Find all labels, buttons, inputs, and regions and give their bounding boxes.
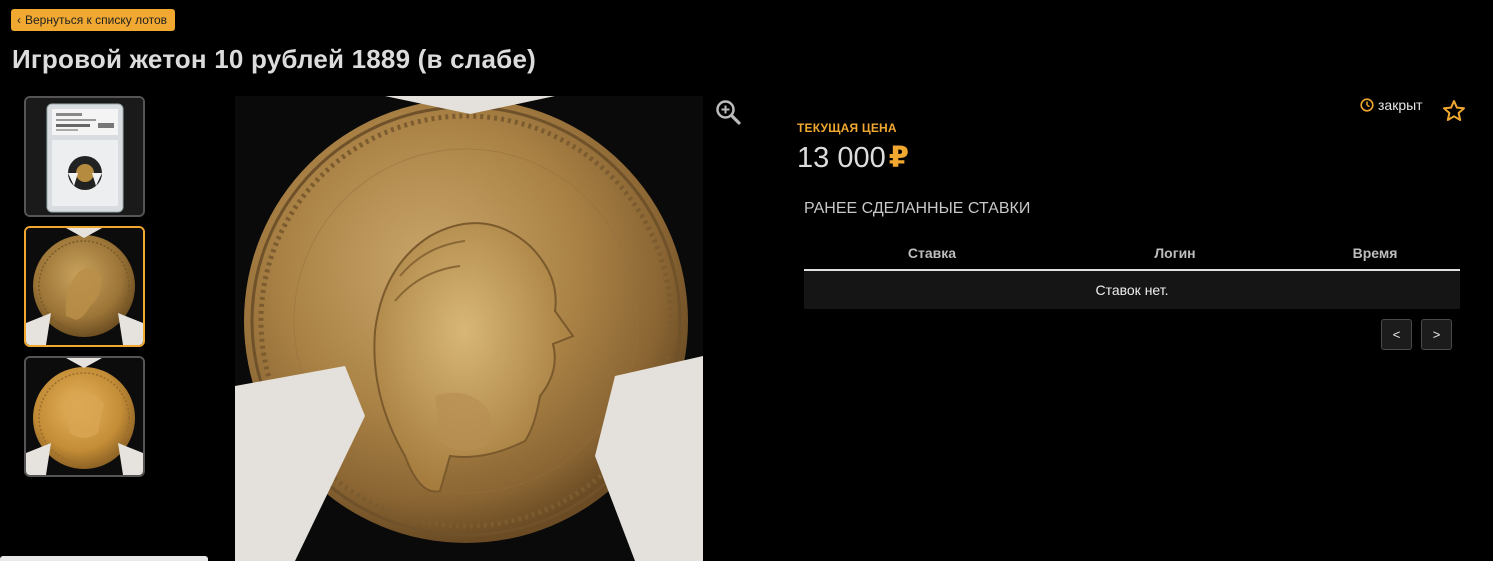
reverse-thumbnail-image xyxy=(26,358,143,475)
star-outline-icon[interactable] xyxy=(1442,99,1466,123)
back-to-lots-label: Вернуться к списку лотов xyxy=(25,13,168,27)
column-header-bid: Ставка xyxy=(804,236,1060,271)
lot-title: Игровой жетон 10 рублей 1889 (в слабе) xyxy=(12,44,536,74)
thumbnail-obverse[interactable] xyxy=(24,226,145,347)
lot-status: закрыт xyxy=(1360,97,1423,113)
clock-icon xyxy=(1360,98,1374,112)
chevron-left-icon: ‹ xyxy=(17,13,21,27)
currency-symbol: ₽ xyxy=(888,142,909,174)
coin-obverse-image xyxy=(235,96,703,561)
column-header-time: Время xyxy=(1290,236,1460,271)
pagination: < > xyxy=(1381,319,1452,350)
thumbnail-slab[interactable] xyxy=(24,96,145,217)
thumbnail-list xyxy=(24,96,145,486)
column-header-login: Логин xyxy=(1060,236,1290,271)
zoom-in-icon[interactable] xyxy=(715,99,741,125)
next-page-button[interactable]: > xyxy=(1421,319,1452,350)
no-bids-message: Ставок нет. xyxy=(804,270,1460,309)
prev-page-button[interactable]: < xyxy=(1381,319,1412,350)
bids-table: Ставка Логин Время Ставок нет. xyxy=(804,236,1460,309)
bottom-scroll-strip xyxy=(0,556,208,561)
bids-heading: РАНЕЕ СДЕЛАННЫЕ СТАВКИ xyxy=(804,200,1031,217)
current-price-value: 13 000 xyxy=(797,142,886,174)
bids-header-row: Ставка Логин Время xyxy=(804,236,1460,271)
current-price-label: ТЕКУЩАЯ ЦЕНА xyxy=(797,121,897,135)
thumbnail-reverse[interactable] xyxy=(24,356,145,477)
slab-thumbnail-image xyxy=(26,98,143,215)
table-row: Ставок нет. xyxy=(804,270,1460,309)
current-price: 13 000 ₽ xyxy=(797,140,909,175)
lot-main-image[interactable] xyxy=(235,96,703,561)
lot-status-text: закрыт xyxy=(1378,97,1423,113)
back-to-lots-button[interactable]: ‹ Вернуться к списку лотов xyxy=(11,9,176,31)
obverse-thumbnail-image xyxy=(26,228,143,345)
